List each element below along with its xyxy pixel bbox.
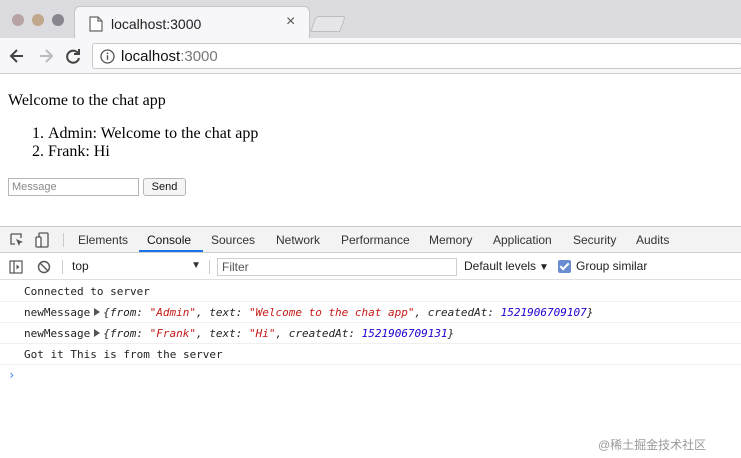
page-icon xyxy=(89,16,103,32)
list-item: Admin: Welcome to the chat app xyxy=(48,125,258,143)
expand-triangle-icon[interactable] xyxy=(94,329,101,337)
console-log-row: newMessage {from: "Admin", text: "Welcome… xyxy=(0,302,741,323)
send-button[interactable]: Send xyxy=(143,178,186,196)
address-bar[interactable]: localhost:3000 xyxy=(92,43,741,69)
watermark: @稀土掘金技术社区 xyxy=(598,438,707,452)
tab-title: localhost:3000 xyxy=(111,16,202,32)
window-close-button[interactable] xyxy=(12,14,24,26)
log-levels-dropdown[interactable]: Default levels ▼ xyxy=(464,259,549,273)
devtools-tab-bar: Elements Console Sources Network Perform… xyxy=(0,227,741,253)
console-log-row: Connected to server xyxy=(0,281,741,302)
console-prompt-row[interactable]: › xyxy=(0,365,741,386)
window-maximize-button[interactable] xyxy=(52,14,64,26)
console-log-row: Got it This is from the server xyxy=(0,344,741,365)
message-list: Admin: Welcome to the chat app Frank: Hi xyxy=(48,125,258,161)
welcome-heading: Welcome to the chat app xyxy=(8,92,166,109)
console-filter-bar: top ▼ Default levels▼ Group similar xyxy=(0,254,741,280)
group-similar-label: Group similar xyxy=(576,259,648,273)
group-similar-checkbox[interactable] xyxy=(558,260,571,273)
forward-arrow-icon[interactable] xyxy=(36,46,56,66)
log-object[interactable]: {from: "Admin", text: "Welcome to the ch… xyxy=(103,306,593,319)
tab-network[interactable]: Network xyxy=(276,233,320,247)
divider xyxy=(63,233,64,247)
divider xyxy=(209,260,210,274)
browser-tab[interactable]: localhost:3000 × xyxy=(74,6,310,39)
console-log-row: newMessage {from: "Frank", text: "Hi", cr… xyxy=(0,323,741,344)
tab-application[interactable]: Application xyxy=(493,233,552,247)
active-tab-indicator xyxy=(139,250,203,252)
log-message: newMessage {from: "Admin", text: "Welcome… xyxy=(24,306,594,319)
tab-sources[interactable]: Sources xyxy=(211,233,255,247)
clear-console-icon[interactable] xyxy=(37,260,51,274)
inspect-element-icon[interactable] xyxy=(9,232,25,248)
dropdown-arrow-icon: ▼ xyxy=(191,260,201,271)
console-sidebar-icon[interactable] xyxy=(9,260,23,274)
back-arrow-icon[interactable] xyxy=(7,46,27,66)
reload-icon[interactable] xyxy=(63,46,83,66)
expand-triangle-icon[interactable] xyxy=(94,308,101,316)
filter-input[interactable] xyxy=(217,258,457,276)
browser-toolbar: localhost:3000 xyxy=(0,38,741,74)
console-output: Connected to server newMessage {from: "Ad… xyxy=(0,281,741,386)
tab-performance[interactable]: Performance xyxy=(341,233,410,247)
new-tab-button[interactable] xyxy=(310,16,346,32)
message-input[interactable] xyxy=(8,178,139,196)
divider xyxy=(62,260,63,274)
log-message: newMessage {from: "Frank", text: "Hi", cr… xyxy=(24,327,455,340)
dropdown-arrow-icon: ▼ xyxy=(539,262,549,273)
log-message: Got it This is from the server xyxy=(24,348,223,361)
log-message: Connected to server xyxy=(24,285,150,298)
window-minimize-button[interactable] xyxy=(32,14,44,26)
list-item: Frank: Hi xyxy=(48,143,258,161)
log-object[interactable]: {from: "Frank", text: "Hi", createdAt: 1… xyxy=(103,327,454,340)
prompt-chevron-icon: › xyxy=(8,368,16,382)
device-toolbar-icon[interactable] xyxy=(35,232,51,248)
tab-strip: localhost:3000 × xyxy=(0,0,741,39)
info-icon[interactable] xyxy=(100,49,115,64)
context-value: top xyxy=(72,259,89,273)
tab-elements[interactable]: Elements xyxy=(78,233,128,247)
tab-security[interactable]: Security xyxy=(573,233,616,247)
tab-audits[interactable]: Audits xyxy=(636,233,669,247)
tab-console[interactable]: Console xyxy=(147,233,191,247)
tab-memory[interactable]: Memory xyxy=(429,233,472,247)
url-text: localhost:3000 xyxy=(121,48,218,65)
devtools-panel: Elements Console Sources Network Perform… xyxy=(0,226,741,458)
page-content: Welcome to the chat app Admin: Welcome t… xyxy=(0,75,741,225)
tab-close-icon[interactable]: × xyxy=(286,14,295,30)
context-select[interactable]: top ▼ xyxy=(72,259,205,275)
